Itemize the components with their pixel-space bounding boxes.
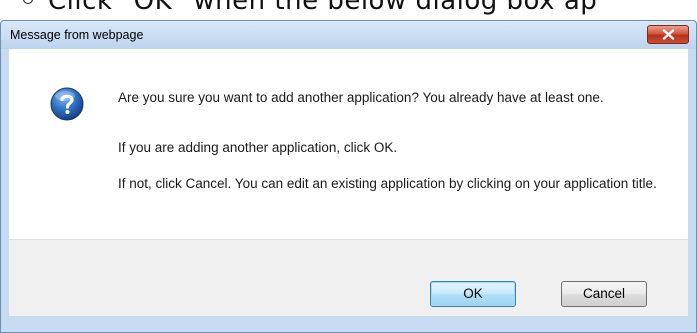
dialog-message-cancel-hint: If not, click Cancel. You can edit an ex… [118,176,657,191]
dialog-title: Message from webpage [10,28,144,42]
background-instruction-text: Click "OK" when the below dialog box ap [48,0,598,16]
dialog-message-confirm: Are you sure you want to add another app… [118,90,604,105]
close-icon [662,29,675,40]
dialog-button-bar: OK Cancel [9,239,688,316]
ok-button[interactable]: OK [430,281,516,307]
dialog-message-ok-hint: If you are adding another application, c… [118,140,398,155]
dialog-content: Are you sure you want to add another app… [9,49,688,239]
message-dialog: Message from webpage Are you sure you wa… [0,20,697,333]
question-icon [50,87,84,121]
dialog-titlebar[interactable]: Message from webpage [1,21,696,49]
cancel-button[interactable]: Cancel [561,281,647,307]
close-button[interactable] [647,25,689,44]
bullet-icon [23,0,33,4]
